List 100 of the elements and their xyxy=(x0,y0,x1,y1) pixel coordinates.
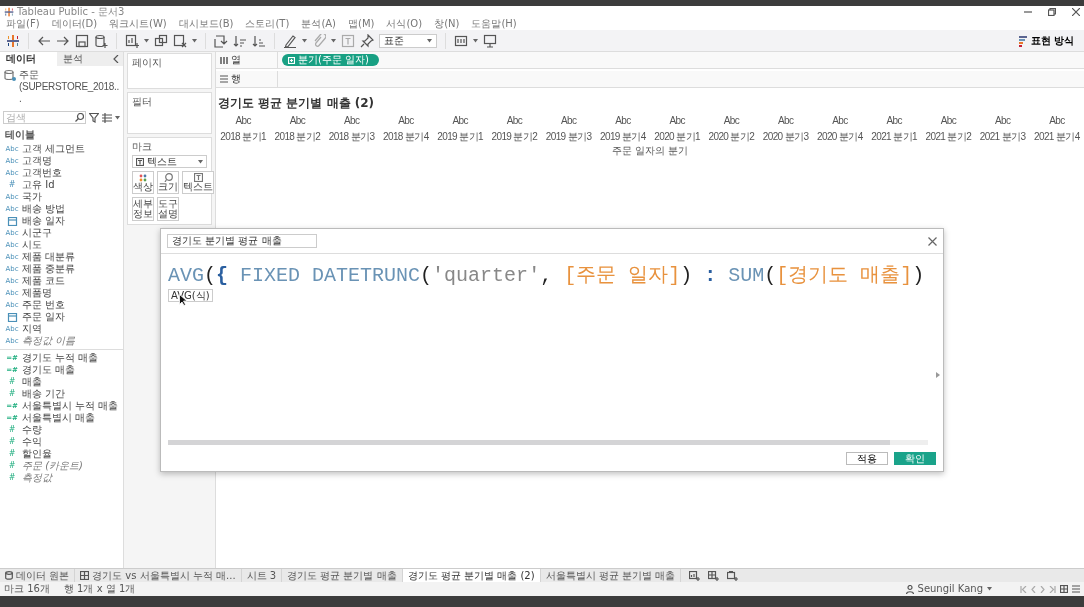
duplicate-icon[interactable] xyxy=(154,33,168,48)
shelf-label: 행 xyxy=(231,73,241,85)
swap-icon[interactable] xyxy=(214,33,228,48)
caret-icon[interactable] xyxy=(115,115,120,120)
field-name[interactable]: 주문 (카운트) xyxy=(22,460,83,472)
new-worksheet-icon[interactable] xyxy=(689,570,701,581)
horizontal-scrollbar[interactable] xyxy=(168,440,928,445)
paperclip-icon[interactable] xyxy=(312,33,326,48)
clear-sheet-icon[interactable] xyxy=(173,33,187,48)
field-name[interactable]: 제품 중분류 xyxy=(22,263,76,275)
field-name[interactable]: 지역 xyxy=(22,323,42,335)
sheet-tab[interactable]: 경기도 평균 분기별 매출 (2) xyxy=(402,569,541,582)
menu-item[interactable]: 맵(M) xyxy=(348,18,375,30)
close-icon[interactable] xyxy=(1072,8,1080,16)
field-name[interactable]: 측정값 이름 xyxy=(22,335,76,347)
field-name[interactable]: 배송 기간 xyxy=(22,388,66,400)
field-type-icon: # xyxy=(5,388,19,400)
presentation-icon[interactable] xyxy=(483,33,497,48)
field-name[interactable]: 경기도 매출 xyxy=(22,364,76,376)
restore-icon[interactable] xyxy=(1048,8,1056,16)
marks-card-button[interactable]: 텍스트 xyxy=(182,171,214,194)
search-field[interactable]: 검색 xyxy=(3,111,86,124)
expand-arrow-icon[interactable] xyxy=(936,372,940,378)
cell-value: Abc xyxy=(559,115,578,127)
sort-descending-icon[interactable] xyxy=(252,33,266,48)
field-name[interactable]: 주문 일자 xyxy=(22,311,66,323)
minimize-icon[interactable] xyxy=(1024,8,1032,16)
autocomplete-tooltip[interactable]: AVG(식) xyxy=(168,289,213,302)
field-type-icon: # xyxy=(5,460,19,472)
collapse-icon[interactable] xyxy=(113,55,119,63)
field-name[interactable]: 제품명 xyxy=(22,287,52,299)
search-icon[interactable] xyxy=(75,113,84,122)
field-name[interactable]: 시군구 xyxy=(22,227,52,239)
caret-icon[interactable] xyxy=(427,38,432,43)
data-source-name[interactable]: 주문 (SUPERSTORE_2018... xyxy=(19,69,119,105)
grid-view-icon[interactable] xyxy=(1060,585,1068,593)
marks-card-button[interactable]: 크기 xyxy=(157,171,179,194)
dialog-button[interactable]: 적용 xyxy=(846,452,888,465)
field-name[interactable]: 수익 xyxy=(22,436,42,448)
column-header: 2021 분기2 xyxy=(924,131,973,143)
new-story-icon[interactable] xyxy=(727,570,739,581)
field-name[interactable]: 주문 번호 xyxy=(22,299,66,311)
field-name[interactable]: 수량 xyxy=(22,424,42,436)
calculation-name-field[interactable]: 경기도 분기별 평균 매출 xyxy=(167,234,317,248)
field-name[interactable]: 국가 xyxy=(22,191,42,203)
mark-type-dropdown[interactable]: 텍스트 xyxy=(132,155,207,168)
add-data-source-icon[interactable] xyxy=(94,33,108,48)
show-me-button[interactable]: 표현 방식 xyxy=(1013,34,1078,47)
list-view-icon[interactable] xyxy=(102,112,112,123)
field-name[interactable]: 매출 xyxy=(22,376,42,388)
field-name[interactable]: 고객번호 xyxy=(22,167,62,179)
new-dashboard-icon[interactable] xyxy=(708,570,720,581)
menu-item[interactable]: 창(N) xyxy=(434,18,460,30)
field-name[interactable]: 할인율 xyxy=(22,448,52,460)
marks-card-button[interactable]: 세부 정보 xyxy=(132,197,154,221)
menu-item[interactable]: 워크시트(W) xyxy=(109,18,167,30)
pin-icon[interactable] xyxy=(360,33,374,48)
caret-icon[interactable] xyxy=(192,38,197,43)
caret-icon[interactable] xyxy=(144,38,149,43)
field-name[interactable]: 배송 일자 xyxy=(22,215,66,227)
field-name[interactable]: 고유 Id xyxy=(22,179,55,191)
caret-icon[interactable] xyxy=(473,38,478,43)
field-name[interactable]: 제품 코드 xyxy=(22,275,66,287)
sort-ascending-icon[interactable] xyxy=(233,33,247,48)
fit-dropdown[interactable]: 표준 xyxy=(379,33,437,48)
field-name[interactable]: 측정값 xyxy=(22,472,52,484)
caret-icon[interactable] xyxy=(302,38,307,43)
field-name[interactable]: 고객명 xyxy=(22,155,52,167)
formula-text[interactable]: AVG({ FIXED DATETRUNC('quarter', [주문 일자]) : SUM([경기도 매출]) xyxy=(168,264,936,288)
menu-item[interactable]: 데이터(D) xyxy=(51,18,98,30)
field-name[interactable]: 제품 대분류 xyxy=(22,251,76,263)
marks-card-button[interactable]: 도구 설명 xyxy=(157,197,179,221)
new-worksheet-icon[interactable] xyxy=(125,33,139,48)
caret-icon[interactable] xyxy=(198,159,203,164)
caret-icon[interactable] xyxy=(331,38,336,43)
save-icon[interactable] xyxy=(75,33,89,48)
menu-item[interactable]: 파일(F) xyxy=(6,18,40,30)
menu-item[interactable]: 대시보드(B) xyxy=(178,18,234,30)
show-cards-icon[interactable] xyxy=(454,33,468,48)
filter-icon[interactable] xyxy=(89,112,99,123)
caret-icon[interactable] xyxy=(987,587,992,591)
field-name[interactable]: 시도 xyxy=(22,239,42,251)
calendar-icon xyxy=(5,216,19,226)
field-name[interactable]: 서울특별시 매출 xyxy=(22,412,96,424)
field-name[interactable]: 서울특별시 누적 매출 xyxy=(22,400,119,412)
menu-item[interactable]: 도움말(H) xyxy=(471,18,517,30)
close-icon[interactable] xyxy=(928,236,937,246)
field-name[interactable]: 배송 방법 xyxy=(22,203,66,215)
menu-item[interactable]: 분석(A) xyxy=(301,18,337,30)
cell-value: Abc xyxy=(451,115,469,127)
logo-icon[interactable] xyxy=(6,33,20,48)
menu-item[interactable]: 서식(O) xyxy=(386,18,423,30)
marks-card-button[interactable]: 색상 xyxy=(132,171,154,194)
pen-icon[interactable] xyxy=(283,33,297,48)
field-name[interactable]: 경기도 누적 매출 xyxy=(22,352,99,364)
user-name[interactable]: Seungil Kang xyxy=(917,583,983,595)
field-name[interactable]: 고객 세그먼트 xyxy=(22,143,86,155)
field-type-icon: # xyxy=(5,436,19,448)
menu-item[interactable]: 스토리(T) xyxy=(245,18,290,30)
pane-tab[interactable]: 분석 xyxy=(56,52,113,66)
